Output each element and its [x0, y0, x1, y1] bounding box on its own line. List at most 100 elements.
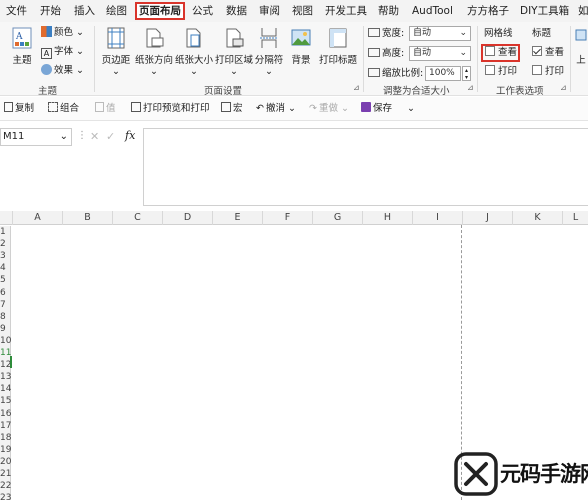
- column-header[interactable]: K: [512, 211, 562, 225]
- dialog-launcher-icon[interactable]: ⊿: [467, 83, 474, 92]
- headings-view-checkbox[interactable]: 查看: [532, 45, 564, 61]
- bring-forward-button[interactable]: 上: [574, 26, 588, 66]
- menu-fangfang[interactable]: 方方格子: [467, 3, 509, 19]
- customize-qat-button[interactable]: ⌄: [407, 102, 415, 116]
- print-area-button[interactable]: 打印区域 ⌄: [214, 26, 254, 77]
- row-header[interactable]: 4: [0, 262, 10, 274]
- width-select[interactable]: 自动 ⌄: [409, 26, 471, 41]
- page-setup-group-label: 页面设置: [204, 86, 243, 97]
- row-header[interactable]: 10: [0, 335, 11, 347]
- paste-values-button[interactable]: 值: [95, 102, 116, 116]
- cancel-icon[interactable]: ✕: [90, 130, 99, 143]
- headings-print-checkbox[interactable]: 打印: [532, 64, 564, 80]
- column-header[interactable]: E: [212, 211, 262, 225]
- column-headers: A B C D E F G H I J K L: [0, 211, 588, 225]
- print-titles-button[interactable]: 打印标题: [318, 26, 358, 66]
- menu-data[interactable]: 数据: [226, 3, 247, 19]
- row-header[interactable]: 6: [0, 287, 10, 299]
- menu-home[interactable]: 开始: [40, 3, 61, 19]
- menu-page-layout[interactable]: 页面布局: [135, 2, 185, 20]
- scale-row: 缩放比例:: [368, 66, 423, 82]
- breaks-button[interactable]: 分隔符 ⌄: [254, 26, 284, 77]
- column-header[interactable]: A: [12, 211, 62, 225]
- paste-values-label: 值: [106, 103, 116, 114]
- group-separator: [570, 26, 571, 92]
- background-button[interactable]: 背景: [288, 26, 314, 66]
- chevron-down-icon: ⌄: [59, 131, 68, 142]
- row-header[interactable]: 16: [0, 408, 11, 420]
- chevron-down-icon: ⌄: [190, 66, 198, 77]
- row-header[interactable]: 7: [0, 299, 10, 311]
- row-header[interactable]: 18: [0, 432, 11, 444]
- group-button[interactable]: 组合: [48, 102, 79, 116]
- row-header[interactable]: 19: [0, 444, 11, 456]
- scale-input[interactable]: 100%: [425, 66, 461, 81]
- scale-spinner[interactable]: ▴ ▾: [462, 66, 471, 81]
- dialog-launcher-icon[interactable]: ⊿: [560, 83, 567, 92]
- row-header[interactable]: 11: [0, 347, 11, 359]
- menu-audtool[interactable]: AudTool: [412, 3, 453, 19]
- row-header[interactable]: 22: [0, 480, 11, 492]
- undo-icon: ↶: [256, 103, 264, 114]
- active-row-indicator: [10, 356, 12, 368]
- dialog-launcher-icon[interactable]: ⊿: [353, 83, 360, 92]
- row-header[interactable]: 12: [0, 359, 11, 371]
- themes-button[interactable]: A 主题: [8, 26, 36, 66]
- row-header[interactable]: 20: [0, 456, 11, 468]
- menu-review[interactable]: 审阅: [259, 3, 280, 19]
- size-button[interactable]: 纸张大小 ⌄: [174, 26, 214, 77]
- row-header[interactable]: 8: [0, 311, 10, 323]
- menu-developer[interactable]: 开发工具: [325, 3, 367, 19]
- row-header[interactable]: 23: [0, 492, 11, 504]
- row-header[interactable]: 9: [0, 323, 10, 335]
- column-header[interactable]: D: [162, 211, 212, 225]
- row-header[interactable]: 21: [0, 468, 11, 480]
- column-header[interactable]: L: [562, 211, 588, 225]
- menu-view[interactable]: 视图: [292, 3, 313, 19]
- print-preview-button[interactable]: 打印预览和打印: [131, 102, 210, 116]
- fonts-icon: A: [41, 48, 52, 59]
- row-header[interactable]: 5: [0, 274, 10, 286]
- undo-button[interactable]: ↶ 撤消 ⌄: [256, 102, 296, 116]
- effects-button[interactable]: 效果 ⌄: [41, 63, 84, 79]
- menu-draw[interactable]: 绘图: [106, 3, 127, 19]
- row-header[interactable]: 2: [0, 238, 10, 250]
- row-header[interactable]: 13: [0, 371, 11, 383]
- formula-input[interactable]: [143, 128, 588, 206]
- enter-icon[interactable]: ✓: [106, 130, 115, 143]
- row-header[interactable]: 17: [0, 420, 11, 432]
- name-box[interactable]: M11 ⌄: [0, 128, 72, 146]
- macros-button[interactable]: 宏: [221, 102, 243, 116]
- menu-more[interactable]: 如: [578, 3, 588, 19]
- gridlines-view-checkbox[interactable]: 查看: [485, 45, 517, 61]
- orientation-button[interactable]: 纸张方向 ⌄: [134, 26, 174, 77]
- column-header[interactable]: I: [412, 211, 462, 225]
- row-header[interactable]: 3: [0, 250, 10, 262]
- menu-help[interactable]: 帮助: [378, 3, 399, 19]
- more-options-icon[interactable]: ⋮: [77, 130, 87, 141]
- colors-button[interactable]: 颜色 ⌄: [41, 25, 84, 41]
- column-header[interactable]: H: [362, 211, 412, 225]
- gridlines-print-checkbox[interactable]: 打印: [485, 64, 517, 80]
- save-button[interactable]: 保存: [361, 102, 392, 116]
- row-header[interactable]: 14: [0, 383, 11, 395]
- row-header[interactable]: 1: [0, 226, 10, 238]
- menu-file[interactable]: 文件: [6, 3, 27, 19]
- column-header[interactable]: B: [62, 211, 112, 225]
- menu-diy-toolbox[interactable]: DIY工具箱: [520, 3, 569, 19]
- redo-button[interactable]: ↷ 重做 ⌄: [309, 102, 349, 116]
- copy-button[interactable]: 复制: [4, 102, 34, 116]
- fonts-button[interactable]: A 字体 ⌄: [41, 44, 84, 60]
- menu-insert[interactable]: 插入: [74, 3, 95, 19]
- column-header[interactable]: G: [312, 211, 362, 225]
- column-header[interactable]: F: [262, 211, 312, 225]
- group-label: 组合: [60, 103, 80, 114]
- effects-label: 效果: [54, 65, 74, 76]
- height-select[interactable]: 自动 ⌄: [409, 46, 471, 61]
- column-header[interactable]: C: [112, 211, 162, 225]
- margins-button[interactable]: 页边距 ⌄: [100, 26, 132, 77]
- row-header[interactable]: 15: [0, 395, 11, 407]
- column-header[interactable]: J: [462, 211, 512, 225]
- insert-function-icon[interactable]: fx: [125, 129, 135, 142]
- menu-formulas[interactable]: 公式: [192, 3, 213, 19]
